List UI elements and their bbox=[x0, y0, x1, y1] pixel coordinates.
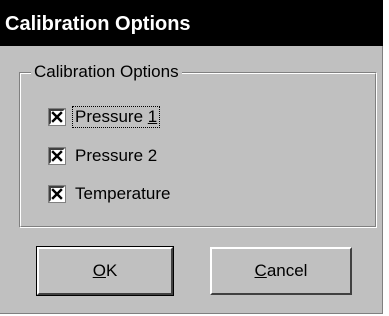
ok-button[interactable]: OK bbox=[36, 246, 174, 296]
check-mark-icon bbox=[51, 150, 63, 162]
temperature-checkbox[interactable] bbox=[48, 185, 66, 203]
pressure-2-checkbox[interactable] bbox=[48, 147, 66, 165]
dialog-title: Calibration Options bbox=[5, 13, 191, 35]
ok-label-rest: K bbox=[105, 261, 118, 280]
temperature-checkbox-row[interactable]: Temperature bbox=[48, 183, 172, 205]
cancel-mnemonic: C bbox=[254, 261, 267, 280]
cancel-label-rest: ancel bbox=[266, 261, 308, 280]
pressure-1-checkbox-row[interactable]: Pressure 1 bbox=[48, 106, 161, 128]
ok-mnemonic: O bbox=[92, 261, 106, 280]
pressure-1-label: Pressure 1 bbox=[71, 106, 161, 128]
cancel-button[interactable]: Cancel bbox=[210, 247, 352, 295]
check-mark-icon bbox=[51, 111, 63, 123]
pressure-2-checkbox-row[interactable]: Pressure 2 bbox=[48, 145, 159, 167]
calibration-options-dialog: Calibration Options Calibration Options … bbox=[0, 0, 383, 314]
pressure-1-checkbox[interactable] bbox=[48, 108, 66, 126]
groupbox-label: Calibration Options bbox=[31, 62, 182, 82]
check-mark-icon bbox=[51, 188, 63, 200]
title-bar[interactable]: Calibration Options bbox=[0, 0, 383, 46]
temperature-label: Temperature bbox=[75, 184, 171, 203]
pressure-2-label: Pressure 2 bbox=[75, 146, 158, 165]
